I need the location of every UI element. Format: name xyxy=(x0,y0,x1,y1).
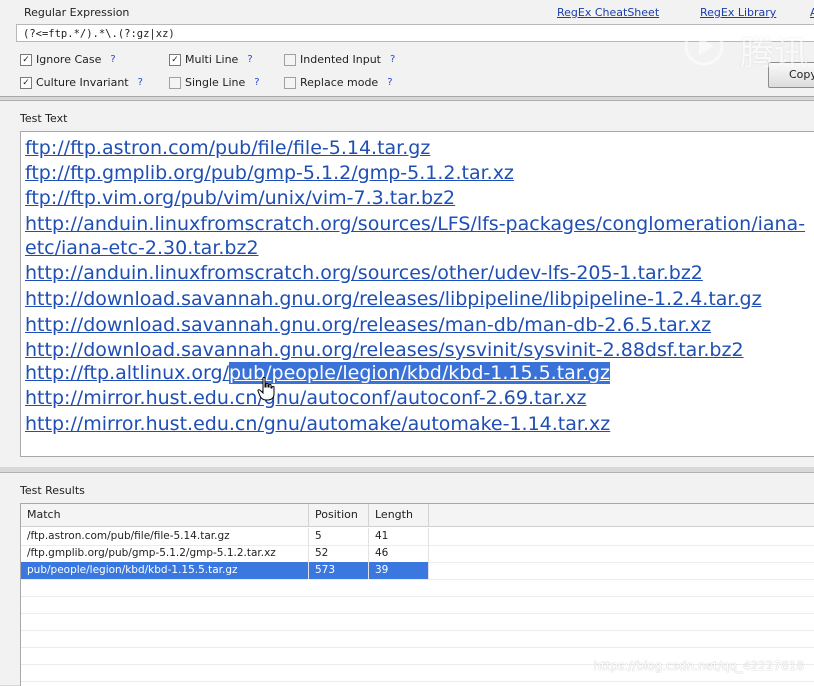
indented-input-label: Indented Input xyxy=(300,53,381,66)
regex-panel-title: Regular Expression xyxy=(24,6,130,19)
single-line-label: Single Line xyxy=(185,76,246,89)
length-cell: 39 xyxy=(369,562,429,579)
blog-watermark: https://blog.csdn.net/qq_42227818 xyxy=(593,659,804,673)
column-header-match[interactable]: Match xyxy=(21,504,309,526)
test-results-panel: Test Results Match Position Length /ftp.… xyxy=(0,472,814,686)
option-indented-input[interactable]: Indented Input ? xyxy=(284,53,395,66)
test-line: http://mirror.hust.edu.cn/gnu/autoconf/a… xyxy=(25,387,587,409)
empty-row xyxy=(21,613,814,631)
test-text-panel: Test Text ftp://ftp.astron.com/pub/file/… xyxy=(0,100,814,467)
selected-line-prefix: http://ftp.altlinux.org/ xyxy=(25,362,229,384)
test-line: http://download.savannah.gnu.org/release… xyxy=(25,339,744,361)
option-culture-invariant[interactable]: ✓ Culture Invariant ? xyxy=(20,76,143,89)
multi-line-label: Multi Line xyxy=(185,53,239,66)
regex-panel: Regular Expression RegEx CheatSheet RegE… xyxy=(0,0,814,97)
empty-row xyxy=(21,579,814,597)
length-cell: 46 xyxy=(369,545,429,562)
replace-mode-help-icon[interactable]: ? xyxy=(387,77,392,88)
regex-library-link[interactable]: RegEx Library xyxy=(700,6,776,19)
table-row-selected[interactable]: pub/people/legion/kbd/kbd-1.15.5.tar.gz … xyxy=(21,562,814,580)
indented-input-help-icon[interactable]: ? xyxy=(390,54,395,65)
option-ignore-case[interactable]: ✓ Ignore Case ? xyxy=(20,53,116,66)
test-text-title: Test Text xyxy=(20,112,68,125)
test-line: http://download.savannah.gnu.org/release… xyxy=(25,314,712,336)
position-cell: 52 xyxy=(309,545,369,562)
column-header-position[interactable]: Position xyxy=(309,504,369,526)
multi-line-checkbox[interactable]: ✓ xyxy=(169,53,181,66)
truncated-link[interactable]: A xyxy=(810,6,814,19)
length-cell: 41 xyxy=(369,528,429,545)
match-cell: pub/people/legion/kbd/kbd-1.15.5.tar.gz xyxy=(21,562,309,579)
culture-invariant-label: Culture Invariant xyxy=(36,76,129,89)
position-cell: 5 xyxy=(309,528,369,545)
video-watermark: 腾讯 xyxy=(676,24,814,74)
culture-invariant-help-icon[interactable]: ? xyxy=(138,77,143,88)
match-cell: /ftp.astron.com/pub/file/file-5.14.tar.g… xyxy=(21,528,309,545)
test-line: http://mirror.hust.edu.cn/gnu/automake/a… xyxy=(25,413,611,435)
watermark-text: 腾讯 xyxy=(740,34,808,74)
multi-line-help-icon[interactable]: ? xyxy=(247,54,252,65)
test-line: ftp://ftp.astron.com/pub/file/file-5.14.… xyxy=(25,137,431,159)
culture-invariant-checkbox[interactable]: ✓ xyxy=(20,76,32,89)
selected-text-highlight: pub/people/legion/kbd/kbd-1.15.5.tar.gz xyxy=(228,362,610,384)
test-line: ftp://ftp.gmplib.org/pub/gmp-5.1.2/gmp-5… xyxy=(25,162,514,184)
test-line: http://download.savannah.gnu.org/release… xyxy=(25,288,762,310)
replace-mode-checkbox[interactable] xyxy=(284,76,296,89)
option-replace-mode[interactable]: Replace mode ? xyxy=(284,76,393,89)
table-row[interactable]: /ftp.astron.com/pub/file/file-5.14.tar.g… xyxy=(21,528,814,546)
test-line-selected: http://ftp.altlinux.org/pub/people/legio… xyxy=(25,361,610,385)
option-single-line[interactable]: Single Line ? xyxy=(169,76,260,89)
test-line: http://anduin.linuxfromscratch.org/sourc… xyxy=(25,213,806,235)
single-line-checkbox[interactable] xyxy=(169,76,181,89)
option-multi-line[interactable]: ✓ Multi Line ? xyxy=(169,53,253,66)
test-text-area[interactable]: ftp://ftp.astron.com/pub/file/file-5.14.… xyxy=(20,131,814,457)
ignore-case-label: Ignore Case xyxy=(36,53,102,66)
table-row[interactable]: /ftp.gmplib.org/pub/gmp-5.1.2/gmp-5.1.2.… xyxy=(21,545,814,563)
results-table-header: Match Position Length xyxy=(21,504,814,527)
replace-mode-label: Replace mode xyxy=(300,76,379,89)
test-line: ftp://ftp.vim.org/pub/vim/unix/vim-7.3.t… xyxy=(25,187,456,209)
indented-input-checkbox[interactable] xyxy=(284,53,296,66)
empty-row xyxy=(21,596,814,614)
test-line: etc/iana-etc-2.30.tar.bz2 xyxy=(25,237,259,259)
test-results-title: Test Results xyxy=(20,484,85,497)
play-icon xyxy=(684,26,724,66)
empty-row xyxy=(21,630,814,648)
hand-pointer-icon xyxy=(257,377,275,401)
position-cell: 573 xyxy=(309,562,369,579)
match-cell: /ftp.gmplib.org/pub/gmp-5.1.2/gmp-5.1.2.… xyxy=(21,545,309,562)
ignore-case-checkbox[interactable]: ✓ xyxy=(20,53,32,66)
regex-cheatsheet-link[interactable]: RegEx CheatSheet xyxy=(557,6,659,19)
single-line-help-icon[interactable]: ? xyxy=(254,77,259,88)
column-header-length[interactable]: Length xyxy=(369,504,429,526)
test-line: http://anduin.linuxfromscratch.org/sourc… xyxy=(25,262,703,284)
ignore-case-help-icon[interactable]: ? xyxy=(110,54,115,65)
